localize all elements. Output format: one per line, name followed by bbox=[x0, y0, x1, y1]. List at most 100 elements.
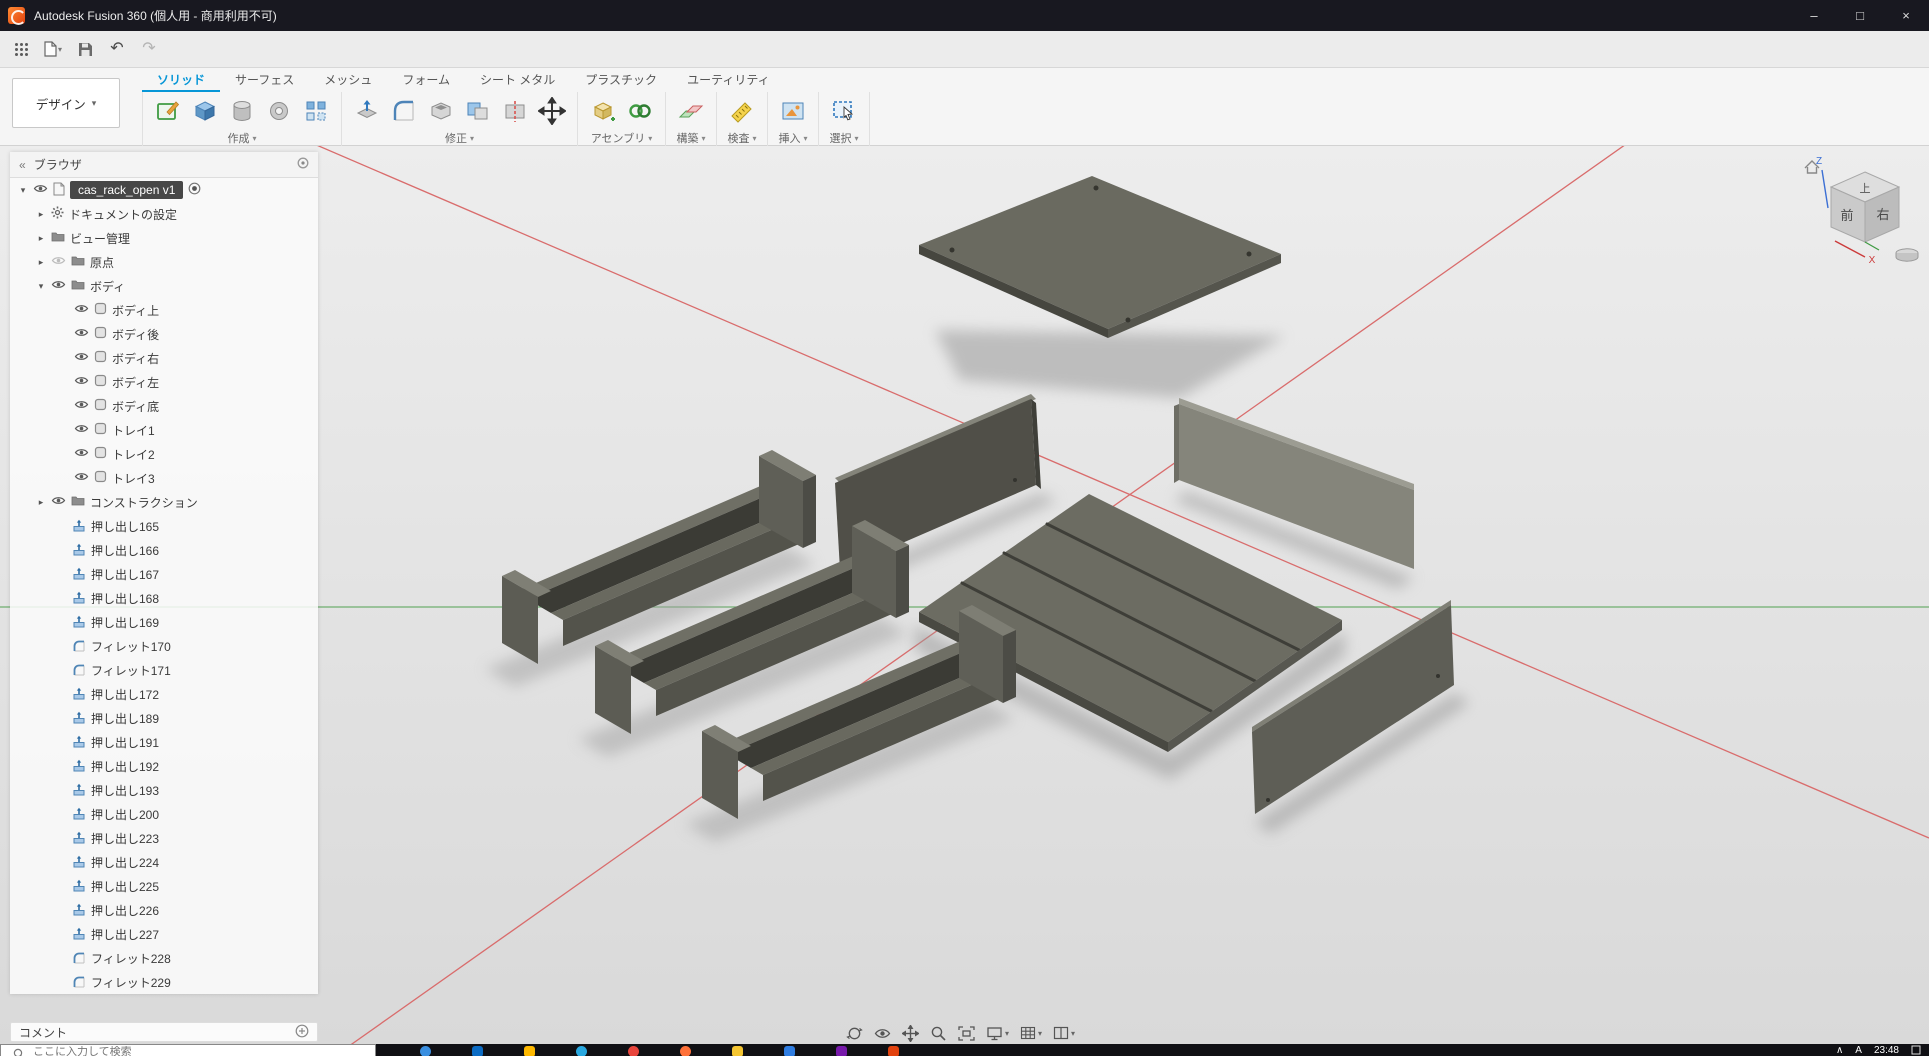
expand-triangle-icon[interactable]: ▸ bbox=[36, 497, 46, 508]
feature-row[interactable]: 押し出し223 bbox=[10, 826, 318, 850]
browser-body-row[interactable]: トレイ2 bbox=[10, 442, 318, 466]
new-component-icon[interactable] bbox=[588, 96, 618, 126]
measure-icon[interactable] bbox=[727, 96, 757, 126]
ribbon-tab[interactable]: ユーティリティ bbox=[672, 68, 785, 92]
taskbar-app-icon[interactable] bbox=[576, 1046, 587, 1056]
browser-body-row[interactable]: ボディ後 bbox=[10, 322, 318, 346]
select-group-label[interactable]: 選択▾ bbox=[829, 130, 858, 146]
maximize-button[interactable]: □ bbox=[1837, 0, 1883, 31]
primitive-torus-icon[interactable] bbox=[264, 96, 294, 126]
browser-row-origin[interactable]: ▸ 原点 bbox=[10, 250, 318, 274]
fillet-icon[interactable] bbox=[389, 96, 419, 126]
move-icon[interactable] bbox=[537, 96, 567, 126]
browser-header[interactable]: « ブラウザ bbox=[10, 152, 318, 178]
feature-row[interactable]: 押し出し168 bbox=[10, 586, 318, 610]
workspace-selector[interactable]: デザイン ▾ bbox=[12, 78, 120, 128]
expand-triangle-icon[interactable]: ▸ bbox=[36, 233, 46, 244]
taskbar-app-icon[interactable] bbox=[888, 1046, 899, 1056]
create-group-label[interactable]: 作成▾ bbox=[227, 130, 256, 146]
visibility-eye-icon[interactable] bbox=[74, 399, 89, 413]
orbit-icon[interactable] bbox=[846, 1025, 863, 1042]
feature-row[interactable]: 押し出し227 bbox=[10, 922, 318, 946]
feature-row[interactable]: 押し出し189 bbox=[10, 706, 318, 730]
feature-row[interactable]: フィレット229 bbox=[10, 970, 318, 994]
red o-icon[interactable]: ↷ bbox=[136, 36, 162, 62]
press-pull-icon[interactable] bbox=[352, 96, 382, 126]
part-top-panel[interactable] bbox=[919, 176, 1281, 338]
taskbar-app-icon[interactable] bbox=[732, 1046, 743, 1056]
taskbar-clock[interactable]: 23:48 bbox=[1874, 1045, 1899, 1056]
viewcube-front-label[interactable]: 前 bbox=[1840, 208, 1853, 223]
taskbar-app-icon[interactable] bbox=[680, 1046, 691, 1056]
feature-row[interactable]: 押し出し226 bbox=[10, 898, 318, 922]
feature-row[interactable]: 押し出し192 bbox=[10, 754, 318, 778]
visibility-eye-icon[interactable] bbox=[74, 303, 89, 317]
undo-icon[interactable]: ↶ bbox=[104, 36, 130, 62]
taskbar-app-icon[interactable] bbox=[524, 1046, 535, 1056]
visibility-eye-icon[interactable] bbox=[33, 183, 48, 197]
ribbon-tab[interactable]: シート メタル bbox=[465, 68, 570, 92]
pan-icon[interactable] bbox=[902, 1025, 919, 1042]
combine-icon[interactable] bbox=[463, 96, 493, 126]
data-panel-grid-icon[interactable] bbox=[8, 36, 34, 62]
select-icon[interactable] bbox=[829, 96, 859, 126]
ribbon-tab[interactable]: サーフェス bbox=[220, 68, 309, 92]
display-settings-icon[interactable]: ▾ bbox=[986, 1026, 1009, 1041]
assemble-group-label[interactable]: アセンブリ▾ bbox=[591, 130, 652, 146]
expand-triangle-icon[interactable]: ▾ bbox=[18, 185, 28, 196]
browser-body-row[interactable]: トレイ3 bbox=[10, 466, 318, 490]
browser-row-document-settings[interactable]: ▸ ドキュメントの設定 bbox=[10, 202, 318, 226]
visibility-eye-off-icon[interactable] bbox=[51, 255, 66, 269]
ribbon-tab[interactable]: ソリッド bbox=[142, 68, 220, 92]
viewcube-right-label[interactable]: 右 bbox=[1876, 207, 1889, 222]
insert-canvas-icon[interactable] bbox=[778, 96, 808, 126]
taskbar-app-icon[interactable] bbox=[472, 1046, 483, 1056]
visibility-eye-icon[interactable] bbox=[74, 375, 89, 389]
activate-radio-icon[interactable] bbox=[188, 182, 201, 198]
visibility-eye-icon[interactable] bbox=[51, 495, 66, 509]
visibility-eye-icon[interactable] bbox=[74, 423, 89, 437]
ime-indicator[interactable]: A bbox=[1855, 1045, 1862, 1056]
expand-triangle-icon[interactable]: ▸ bbox=[36, 257, 46, 268]
browser-root-row[interactable]: ▾ cas_rack_open v1 bbox=[10, 178, 318, 202]
ribbon-tab[interactable]: フォーム bbox=[387, 68, 465, 92]
feature-row[interactable]: 押し出し225 bbox=[10, 874, 318, 898]
viewcube-body[interactable]: 上 前 右 bbox=[1831, 172, 1899, 242]
panel-options-icon[interactable] bbox=[297, 157, 309, 172]
browser-body-row[interactable]: ボディ底 bbox=[10, 394, 318, 418]
joint-icon[interactable] bbox=[625, 96, 655, 126]
zoom-icon[interactable] bbox=[930, 1025, 947, 1042]
feature-row[interactable]: 押し出し200 bbox=[10, 802, 318, 826]
modify-group-label[interactable]: 修正▾ bbox=[445, 130, 474, 146]
construction-plane-icon[interactable] bbox=[676, 96, 706, 126]
look-at-icon[interactable] bbox=[874, 1027, 891, 1040]
pattern-icon[interactable] bbox=[301, 96, 331, 126]
browser-body-row[interactable]: ボディ上 bbox=[10, 298, 318, 322]
shell-icon[interactable] bbox=[426, 96, 456, 126]
feature-row[interactable]: 押し出し224 bbox=[10, 850, 318, 874]
feature-row[interactable]: 押し出し191 bbox=[10, 730, 318, 754]
grid-settings-icon[interactable]: ▾ bbox=[1020, 1026, 1042, 1040]
expand-triangle-icon[interactable]: ▸ bbox=[36, 209, 46, 220]
feature-row[interactable]: 押し出し172 bbox=[10, 682, 318, 706]
expand-triangle-icon[interactable]: ▾ bbox=[36, 281, 46, 292]
taskbar-app-icon[interactable] bbox=[784, 1046, 795, 1056]
primitive-cylinder-icon[interactable] bbox=[227, 96, 257, 126]
feature-row[interactable]: 押し出し165 bbox=[10, 514, 318, 538]
insert-group-label[interactable]: 挿入▾ bbox=[778, 130, 807, 146]
feature-row[interactable]: 押し出し193 bbox=[10, 778, 318, 802]
construct-group-label[interactable]: 構築▾ bbox=[676, 130, 705, 146]
minimize-button[interactable]: – bbox=[1791, 0, 1837, 31]
visibility-eye-icon[interactable] bbox=[74, 327, 89, 341]
file-menu-icon[interactable]: ▾ bbox=[40, 36, 66, 62]
feature-row[interactable]: フィレット170 bbox=[10, 634, 318, 658]
tray-expand-icon[interactable]: ∧ bbox=[1836, 1045, 1843, 1056]
create-sketch-icon[interactable] bbox=[153, 96, 183, 126]
ribbon-tab[interactable]: メッシュ bbox=[309, 68, 387, 92]
viewports-icon[interactable]: ▾ bbox=[1053, 1026, 1075, 1040]
browser-row-construction[interactable]: ▸ コンストラクション bbox=[10, 490, 318, 514]
taskbar-app-icon[interactable] bbox=[420, 1046, 431, 1056]
visibility-eye-icon[interactable] bbox=[74, 351, 89, 365]
browser-body-row[interactable]: トレイ1 bbox=[10, 418, 318, 442]
view-disc-icon[interactable] bbox=[1896, 249, 1918, 261]
